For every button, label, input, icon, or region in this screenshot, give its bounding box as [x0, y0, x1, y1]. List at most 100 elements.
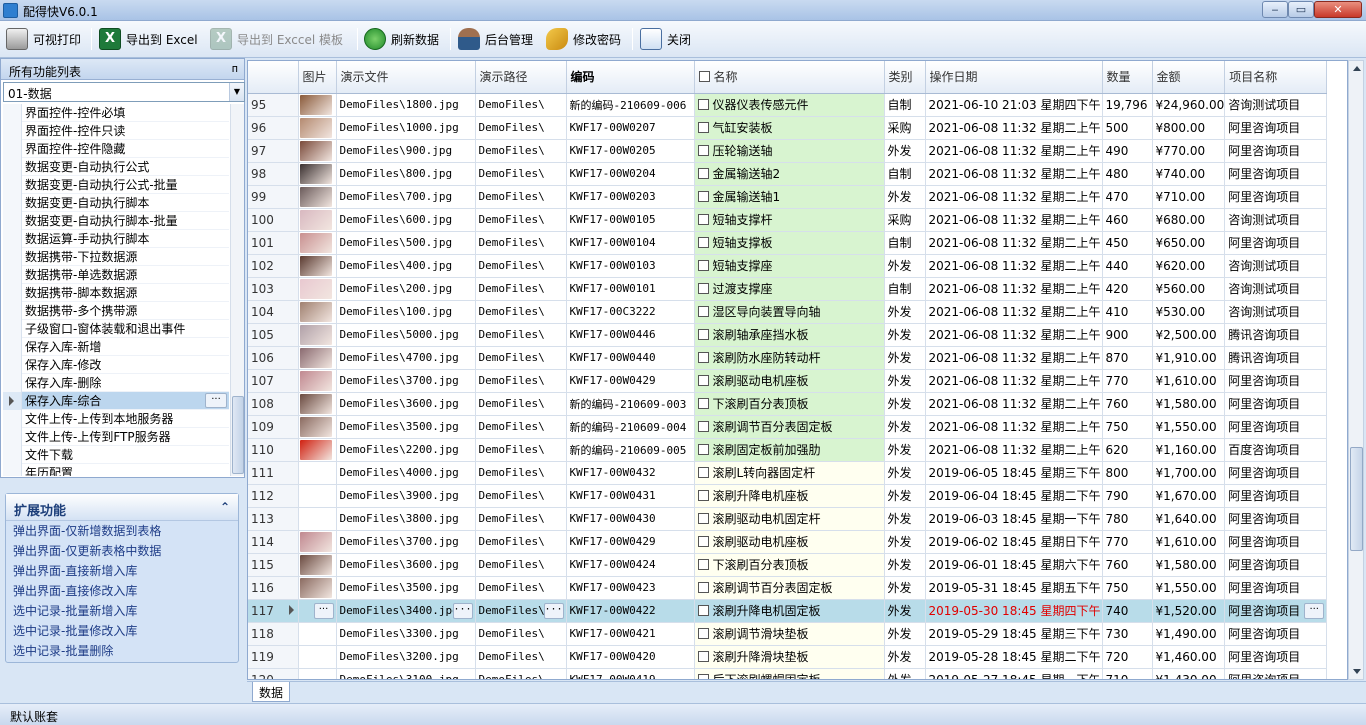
code-cell[interactable]: KWF17-00W0429 [566, 530, 695, 554]
date-cell[interactable]: 2019-06-04 18:45 星期二下午 [925, 484, 1103, 508]
scrollbar-thumb[interactable] [232, 396, 244, 474]
row-checkbox[interactable] [697, 398, 709, 409]
pic-cell[interactable] [298, 300, 337, 324]
file-cell[interactable]: DemoFiles\3600.jpg [336, 553, 476, 577]
date-cell[interactable]: 2019-06-03 18:45 星期一下午 [925, 507, 1103, 531]
project-cell[interactable]: 腾讯咨询项目 [1224, 323, 1328, 347]
date-cell[interactable]: 2019-05-28 18:45 星期二下午 [925, 645, 1103, 669]
pic-cell[interactable] [298, 461, 337, 485]
category-cell[interactable]: 外发 [884, 346, 926, 370]
pic-cell[interactable] [298, 208, 337, 232]
path-cell[interactable]: DemoFiles\ [475, 392, 567, 416]
file-cell[interactable]: DemoFiles\3200.jpg [336, 645, 476, 669]
scroll-down-icon[interactable] [1353, 669, 1361, 674]
qty-cell[interactable]: 490 [1102, 139, 1153, 163]
table-row[interactable]: 110 DemoFiles\2200.jpg DemoFiles\ 新的编码-2106… [248, 438, 1328, 462]
code-cell[interactable]: KWF17-00W0424 [566, 553, 695, 577]
date-cell[interactable]: 2021-06-08 11:32 星期二上午 [925, 346, 1103, 370]
table-row[interactable]: 106 DemoFiles\4700.jpg DemoFiles\ KWF17-00W… [248, 346, 1328, 370]
qty-cell[interactable]: 19,796 [1102, 93, 1153, 117]
qty-cell[interactable]: 900 [1102, 323, 1153, 347]
code-cell[interactable]: KWF17-00W0446 [566, 323, 695, 347]
file-cell[interactable]: DemoFiles\3300.jpg [336, 622, 476, 646]
print-button[interactable]: 可视打印 [6, 27, 81, 51]
date-cell[interactable]: 2021-06-08 11:32 星期二上午 [925, 323, 1103, 347]
path-cell[interactable]: DemoFiles\ [475, 622, 567, 646]
pic-ellipsis-button[interactable]: ··· [313, 602, 334, 619]
row-number-cell[interactable]: 105 [248, 323, 299, 347]
row-number-cell[interactable]: 104 [248, 300, 299, 324]
row-checkbox[interactable] [697, 145, 709, 156]
category-cell[interactable]: 采购 [884, 116, 926, 140]
file-cell[interactable]: DemoFiles\700.jpg [336, 185, 476, 209]
code-cell[interactable]: 新的编码-210609-006 [566, 93, 695, 117]
code-cell[interactable]: KWF17-00W0432 [566, 461, 695, 485]
project-cell[interactable]: 阿里咨询项目 [1224, 185, 1328, 209]
table-row[interactable]: 111 DemoFiles\4000.jpg DemoFiles\ KWF17-00W… [248, 461, 1328, 485]
qty-cell[interactable]: 720 [1102, 645, 1153, 669]
path-cell[interactable]: DemoFiles\ [475, 323, 567, 347]
path-cell[interactable]: DemoFiles\ [475, 530, 567, 554]
name-cell[interactable]: 下滚刷百分表顶板 [694, 553, 885, 577]
amount-cell[interactable]: ¥1,610.00 [1152, 369, 1226, 393]
export-template-button[interactable]: X 导出到 Exccel 模板 [210, 27, 343, 51]
category-cell[interactable]: 外发 [884, 507, 926, 531]
amount-cell[interactable]: ¥1,580.00 [1152, 553, 1226, 577]
amount-cell[interactable]: ¥740.00 [1152, 162, 1226, 186]
project-cell[interactable]: 阿里咨询项目 [1224, 369, 1328, 393]
category-cell[interactable]: 采购 [884, 208, 926, 232]
pic-cell[interactable] [298, 139, 337, 163]
name-cell[interactable]: 气缸安装板 [694, 116, 885, 140]
file-cell[interactable]: DemoFiles\400.jpg [336, 254, 476, 278]
category-cell[interactable]: 自制 [884, 231, 926, 255]
date-cell[interactable]: 2021-06-08 11:32 星期二上午 [925, 438, 1103, 462]
project-cell[interactable]: 咨询测试项目 [1224, 254, 1328, 278]
code-cell[interactable]: KWF17-00W0440 [566, 346, 695, 370]
pic-cell[interactable] [298, 553, 337, 577]
row-checkbox[interactable] [697, 237, 709, 248]
path-ellipsis-button[interactable]: ··· [543, 602, 564, 619]
date-cell[interactable]: 2021-06-08 11:32 星期二上午 [925, 185, 1103, 209]
extension-item[interactable]: 弹出界面-直接修改入库 [6, 581, 238, 601]
category-cell[interactable]: 外发 [884, 553, 926, 577]
amount-cell[interactable]: ¥800.00 [1152, 116, 1226, 140]
name-cell[interactable]: 金属输送轴2 [694, 162, 885, 186]
row-number-cell[interactable]: 111 [248, 461, 299, 485]
date-cell[interactable]: 2021-06-08 11:32 星期二上午 [925, 277, 1103, 301]
name-cell[interactable]: 滚刷驱动电机座板 [694, 530, 885, 554]
amount-cell[interactable]: ¥710.00 [1152, 185, 1226, 209]
change-password-button[interactable]: 修改密码 [546, 27, 621, 51]
qty-cell[interactable]: 770 [1102, 530, 1153, 554]
pic-cell[interactable] [298, 622, 337, 646]
project-cell[interactable]: 阿里咨询项目 [1224, 484, 1328, 508]
pic-cell[interactable] [298, 576, 337, 600]
function-list-item[interactable]: 数据变更-自动执行公式-批量 [3, 176, 229, 194]
amount-cell[interactable]: ¥1,160.00 [1152, 438, 1226, 462]
date-cell[interactable]: 2021-06-08 11:32 星期二上午 [925, 369, 1103, 393]
name-cell[interactable]: 滚刷调节百分表固定板 [694, 576, 885, 600]
path-cell[interactable]: DemoFiles\ [475, 645, 567, 669]
amount-cell[interactable]: ¥1,640.00 [1152, 507, 1226, 531]
header-pic[interactable]: 图片 [298, 61, 337, 94]
amount-cell[interactable]: ¥1,910.00 [1152, 346, 1226, 370]
row-checkbox[interactable] [697, 674, 709, 679]
table-row[interactable]: 112 DemoFiles\3900.jpg DemoFiles\ KWF17-00W… [248, 484, 1328, 508]
name-cell[interactable]: 滚刷升降电机座板 [694, 484, 885, 508]
row-number-cell[interactable]: 110 [248, 438, 299, 462]
category-cell[interactable]: 外发 [884, 438, 926, 462]
name-cell[interactable]: 滚刷防水座防转动杆 [694, 346, 885, 370]
row-checkbox[interactable] [697, 536, 709, 547]
path-cell[interactable]: DemoFiles\ [475, 507, 567, 531]
qty-cell[interactable]: 470 [1102, 185, 1153, 209]
qty-cell[interactable]: 730 [1102, 622, 1153, 646]
code-cell[interactable]: KWF17-00W0104 [566, 231, 695, 255]
pic-cell[interactable] [298, 277, 337, 301]
file-ellipsis-button[interactable]: ··· [452, 602, 473, 619]
function-list-item[interactable]: 数据变更-自动执行脚本-批量 [3, 212, 229, 230]
qty-cell[interactable]: 800 [1102, 461, 1153, 485]
extension-panel-header[interactable]: 扩展功能 ⌃ [6, 494, 238, 521]
amount-cell[interactable]: ¥1,520.00 [1152, 599, 1226, 623]
row-number-cell[interactable]: 98 [248, 162, 299, 186]
table-row[interactable]: 115 DemoFiles\3600.jpg DemoFiles\ KWF17-00W… [248, 553, 1328, 577]
function-list-item[interactable]: 文件下载 [3, 446, 229, 464]
